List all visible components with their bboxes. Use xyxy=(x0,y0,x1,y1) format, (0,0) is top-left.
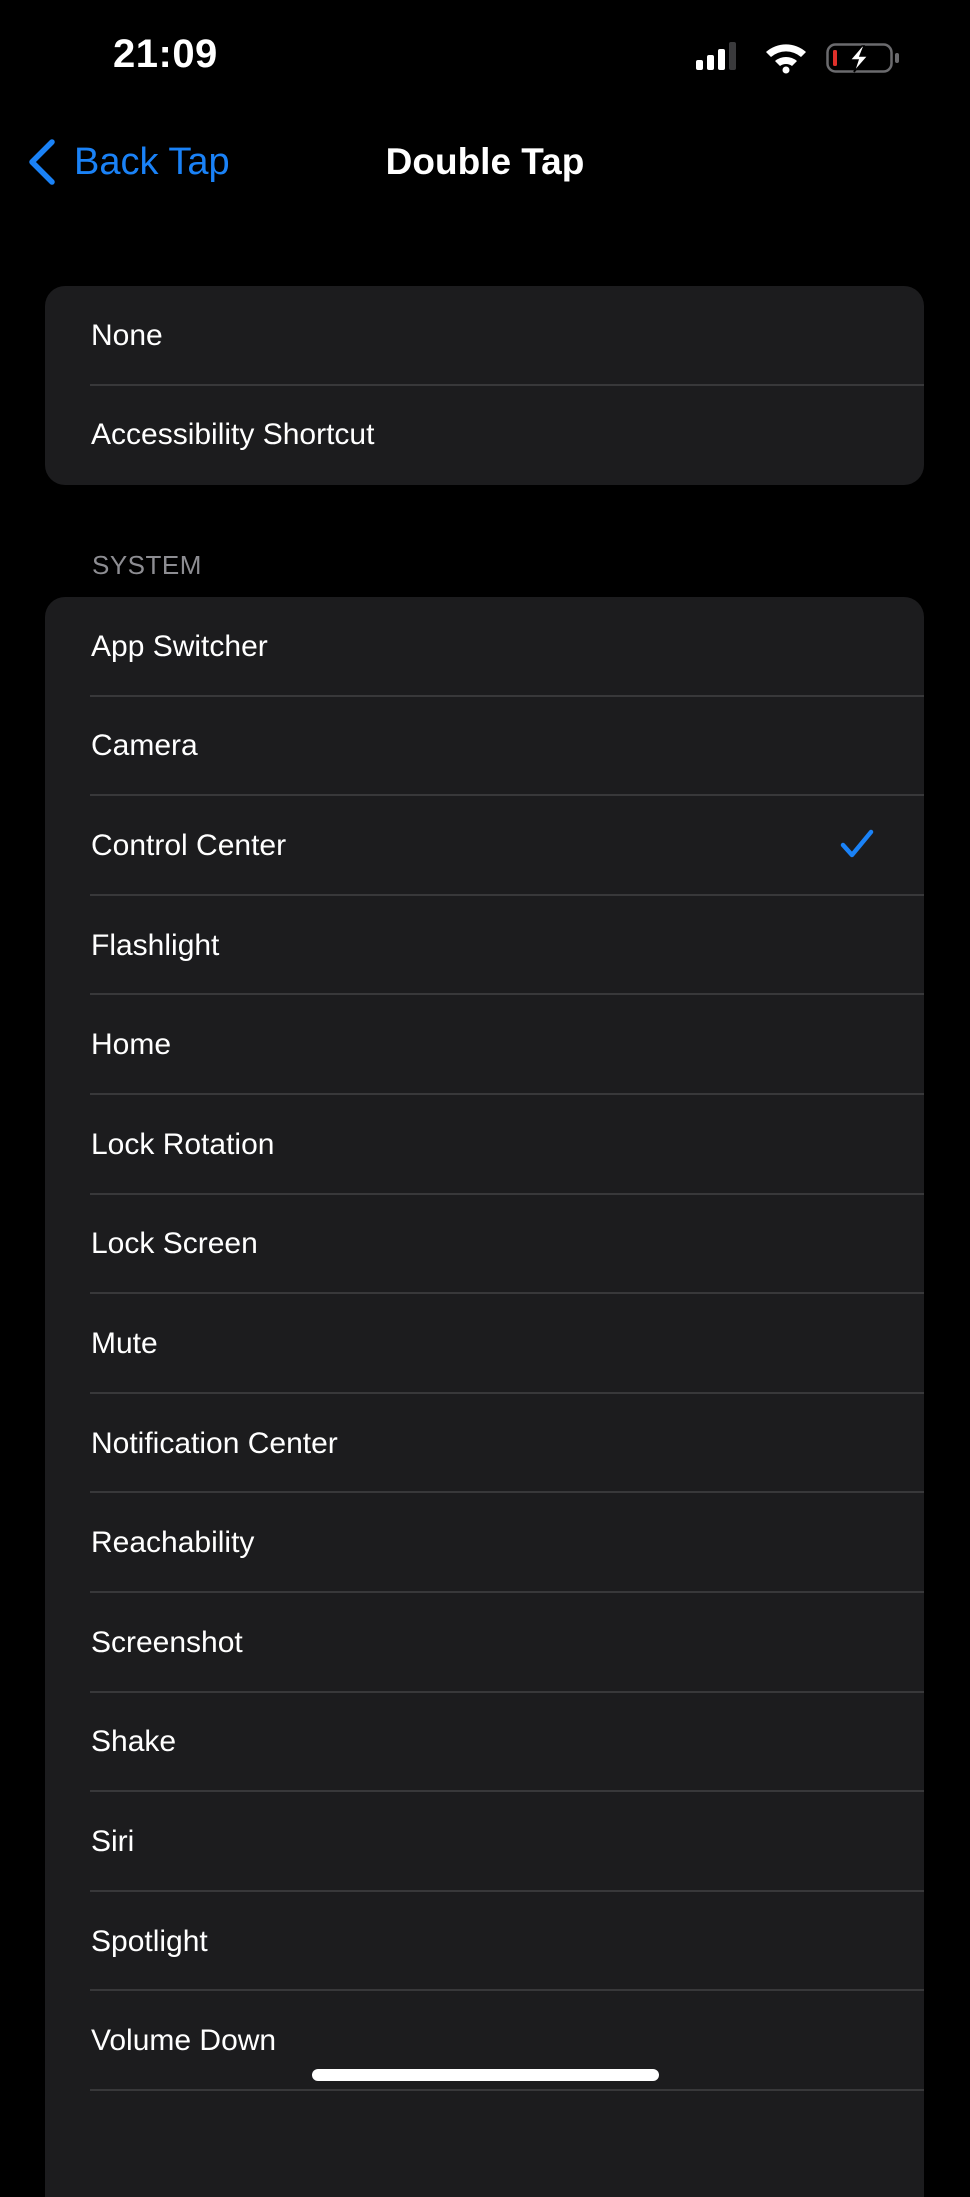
option-spotlight[interactable]: Spotlight xyxy=(45,1892,924,1992)
battery-level xyxy=(833,50,837,66)
option-label: Screenshot xyxy=(91,1625,243,1659)
option-label: Reachability xyxy=(91,1526,255,1560)
option-label: Notification Center xyxy=(91,1426,338,1460)
option-label: Accessibility Shortcut xyxy=(91,418,375,452)
status-icons-svg xyxy=(696,42,899,74)
status-icons xyxy=(696,40,906,76)
signal-bar-1 xyxy=(696,60,703,70)
navigation-bar: Back Tap Double Tap xyxy=(0,120,970,200)
charging-bolt-icon xyxy=(848,45,870,73)
option-label: Spotlight xyxy=(91,1924,208,1958)
option-flashlight[interactable]: Flashlight xyxy=(45,896,924,996)
option-label: Camera xyxy=(91,729,198,763)
option-lock-screen[interactable]: Lock Screen xyxy=(45,1195,924,1295)
status-bar: 21:09 xyxy=(0,0,970,110)
checkmark-icon xyxy=(840,829,874,858)
battery-charging-icon xyxy=(826,43,899,73)
option-mute[interactable]: Mute xyxy=(45,1294,924,1394)
option-accessibility-shortcut[interactable]: Accessibility Shortcut xyxy=(45,386,924,486)
option-label: Flashlight xyxy=(91,928,220,962)
actions-group-system: App Switcher Camera Control Center Flash… xyxy=(45,597,924,2197)
signal-bar-4 xyxy=(729,42,736,70)
cellular-signal-icon xyxy=(696,42,736,70)
option-label: Lock Rotation xyxy=(91,1127,275,1161)
option-label: Mute xyxy=(91,1326,158,1360)
option-camera[interactable]: Camera xyxy=(45,697,924,797)
option-label: Volume Down xyxy=(91,2024,277,2058)
option-shake[interactable]: Shake xyxy=(45,1693,924,1793)
option-label: Siri xyxy=(91,1824,135,1858)
status-time: 21:09 xyxy=(113,32,218,76)
option-label: None xyxy=(91,318,163,352)
option-none[interactable]: None xyxy=(45,286,924,386)
actions-group-general: None Accessibility Shortcut xyxy=(45,286,924,486)
section-header-system: SYSTEM xyxy=(92,550,202,580)
option-screenshot[interactable]: Screenshot xyxy=(45,1593,924,1693)
option-label: Control Center xyxy=(91,828,287,862)
signal-bar-3 xyxy=(718,49,725,70)
page-title: Double Tap xyxy=(385,141,585,182)
row-separator xyxy=(90,2088,924,2091)
home-indicator[interactable] xyxy=(312,2069,659,2081)
option-app-switcher[interactable]: App Switcher xyxy=(45,597,924,697)
option-notification-center[interactable]: Notification Center xyxy=(45,1394,924,1494)
option-siri[interactable]: Siri xyxy=(45,1792,924,1892)
option-label: Lock Screen xyxy=(91,1227,258,1261)
wifi-icon xyxy=(766,44,806,74)
option-label: App Switcher xyxy=(91,629,268,663)
option-reachability[interactable]: Reachability xyxy=(45,1493,924,1593)
option-home[interactable]: Home xyxy=(45,995,924,1095)
option-lock-rotation[interactable]: Lock Rotation xyxy=(45,1095,924,1195)
option-label: Home xyxy=(91,1028,172,1062)
signal-bar-2 xyxy=(707,55,714,70)
option-label: Shake xyxy=(91,1725,177,1759)
option-control-center[interactable]: Control Center xyxy=(45,796,924,896)
